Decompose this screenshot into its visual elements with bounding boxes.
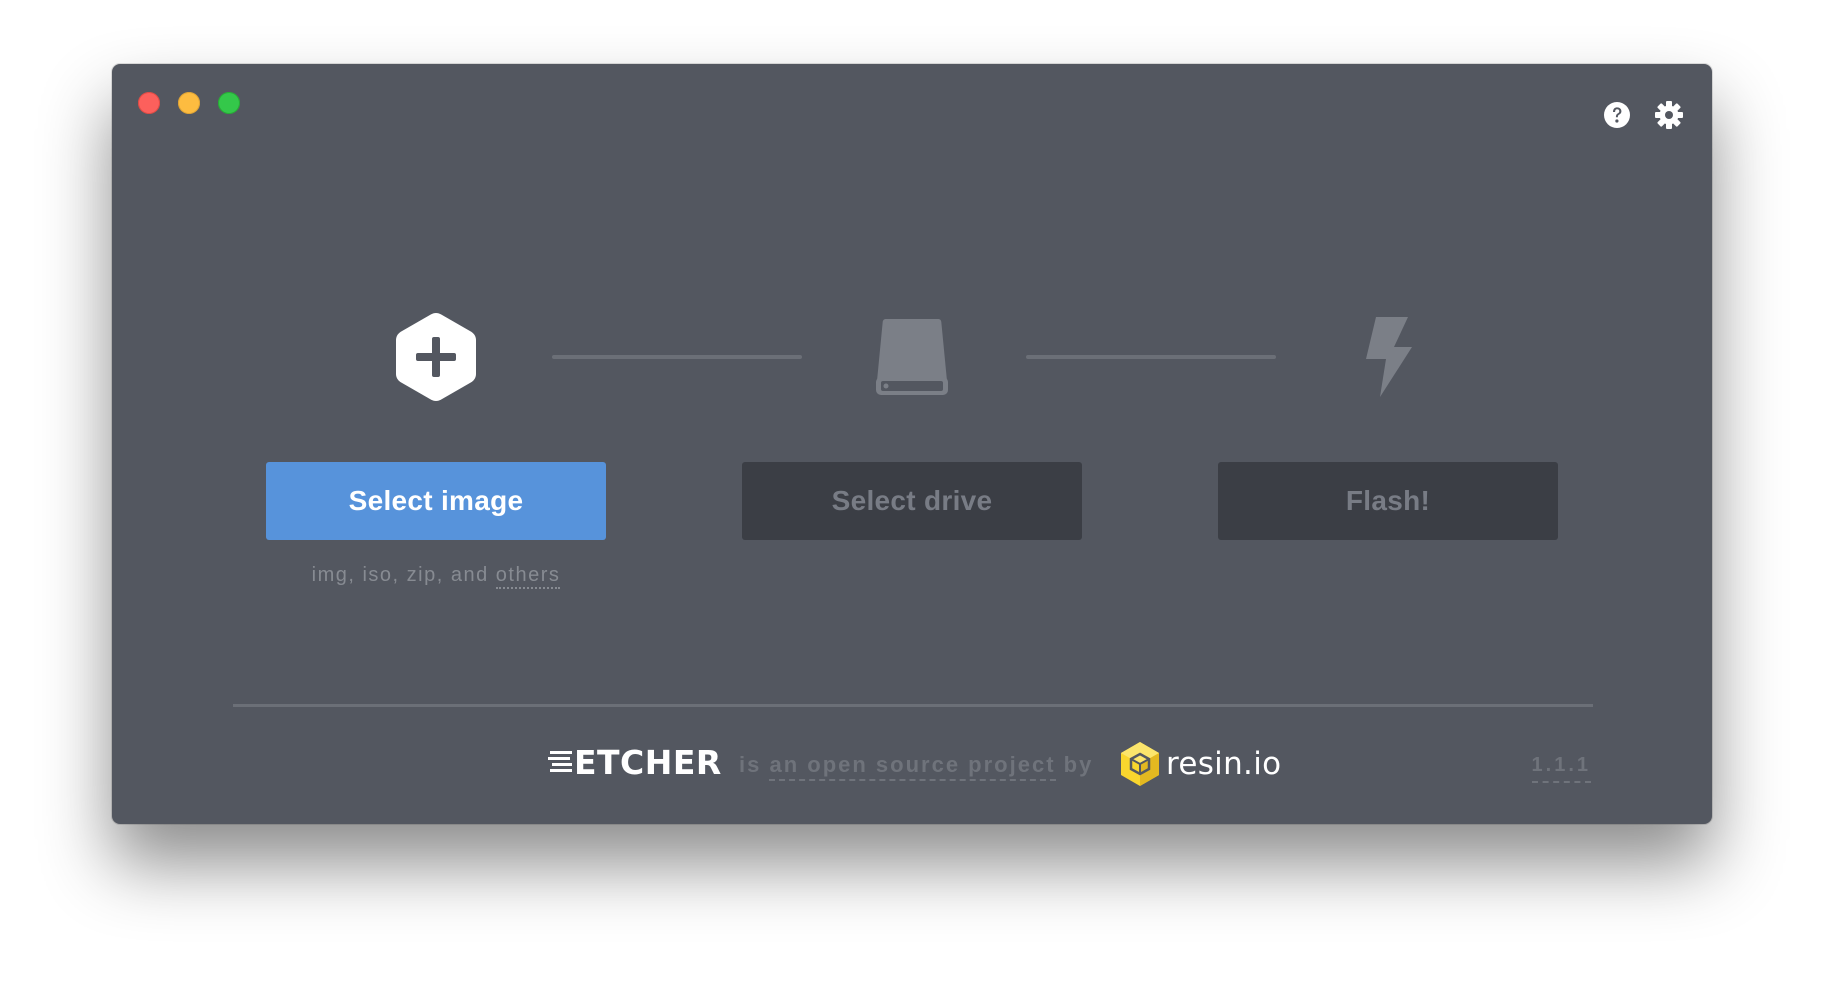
etcher-logo[interactable]: ETCHER bbox=[548, 740, 722, 784]
supported-formats-hint: img, iso, zip, and others bbox=[266, 564, 606, 589]
connector-2 bbox=[1026, 355, 1276, 359]
help-icon bbox=[1604, 102, 1630, 128]
connector-1 bbox=[552, 355, 802, 359]
etcher-window: Select image Select drive Flash! img, is… bbox=[112, 64, 1712, 824]
zoom-window-button[interactable] bbox=[218, 92, 240, 114]
etcher-brand-text: ETCHER bbox=[574, 742, 722, 782]
select-drive-button[interactable]: Select drive bbox=[742, 462, 1082, 540]
settings-button[interactable] bbox=[1652, 98, 1686, 132]
step-drive-icon[interactable] bbox=[862, 307, 962, 407]
help-button[interactable] bbox=[1600, 98, 1634, 132]
version-label[interactable]: 1.1.1 bbox=[1531, 754, 1591, 783]
flash-button[interactable]: Flash! bbox=[1218, 462, 1558, 540]
footer-tagline: is an open source project by bbox=[739, 752, 1094, 781]
desktop: Select image Select drive Flash! img, is… bbox=[0, 0, 1824, 984]
steps-row bbox=[112, 307, 1712, 407]
top-actions bbox=[1600, 98, 1686, 132]
resin-logo[interactable]: resin.io bbox=[1118, 740, 1281, 788]
close-window-button[interactable] bbox=[138, 92, 160, 114]
select-image-button[interactable]: Select image bbox=[266, 462, 606, 540]
drive-icon bbox=[876, 319, 948, 395]
window-controls bbox=[138, 92, 240, 114]
resin-cube-icon bbox=[1121, 742, 1159, 786]
settings-icon bbox=[1655, 101, 1683, 129]
step-flash-icon[interactable] bbox=[1336, 307, 1436, 407]
tagline-suffix: by bbox=[1055, 752, 1094, 777]
supported-formats-text: img, iso, zip, and bbox=[311, 564, 496, 586]
lightning-icon bbox=[1366, 317, 1412, 397]
others-formats-link[interactable]: others bbox=[495, 564, 561, 589]
minimize-window-button[interactable] bbox=[178, 92, 200, 114]
step-image-icon[interactable] bbox=[386, 307, 486, 407]
etcher-speed-lines-icon bbox=[548, 751, 572, 772]
tagline-prefix: is bbox=[739, 752, 770, 777]
footer: ETCHER is an open source project by resi… bbox=[112, 734, 1712, 794]
footer-divider bbox=[233, 704, 1593, 707]
open-source-link[interactable]: an open source project bbox=[769, 752, 1056, 781]
resin-brand-text: resin.io bbox=[1166, 746, 1282, 782]
plus-hexagon-icon bbox=[396, 313, 476, 401]
